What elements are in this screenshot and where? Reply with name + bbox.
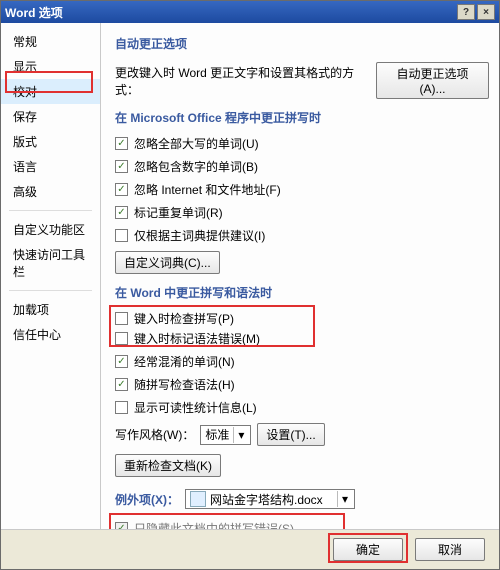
check-confused-words[interactable] <box>115 355 128 368</box>
check-spell-as-type[interactable] <box>115 312 128 325</box>
sidebar-item-general[interactable]: 常规 <box>1 29 100 54</box>
writing-style-select[interactable]: 标准 ▾ <box>200 425 251 445</box>
chevron-down-icon: ▾ <box>233 427 248 443</box>
section-office-title: 在 Microsoft Office 程序中更正拼写时 <box>115 109 489 126</box>
chevron-down-icon: ▾ <box>337 491 352 507</box>
close-button[interactable]: × <box>477 4 495 20</box>
titlebar: Word 选项 ? × <box>1 1 499 23</box>
autocorrect-options-button[interactable]: 自动更正选项(A)... <box>376 62 489 99</box>
check-flag-repeated[interactable] <box>115 206 128 219</box>
section-exception-title: 例外项(X)： <box>115 491 179 508</box>
check-grammar-with-spelling[interactable] <box>115 378 128 391</box>
sidebar-item-addins[interactable]: 加载项 <box>1 297 100 322</box>
sidebar-item-quick-access[interactable]: 快速访问工具栏 <box>1 242 100 284</box>
ok-button[interactable]: 确定 <box>333 538 403 561</box>
sidebar-item-display[interactable]: 显示 <box>1 54 100 79</box>
sidebar-item-layout[interactable]: 版式 <box>1 129 100 154</box>
recheck-document-button[interactable]: 重新检查文档(K) <box>115 454 221 477</box>
help-button[interactable]: ? <box>457 4 475 20</box>
settings-button[interactable]: 设置(T)... <box>257 423 324 446</box>
sidebar-item-proofing[interactable]: 校对 <box>1 79 100 104</box>
check-ignore-numbers[interactable] <box>115 160 128 173</box>
cancel-button[interactable]: 取消 <box>415 538 485 561</box>
writing-style-label: 写作风格(W)： <box>115 426 194 443</box>
autocorrect-text: 更改键入时 Word 更正文字和设置其格式的方式： <box>115 64 370 98</box>
check-main-dict-only[interactable] <box>115 229 128 242</box>
section-word-title: 在 Word 中更正拼写和语法时 <box>115 284 489 301</box>
custom-dictionaries-button[interactable]: 自定义词典(C)... <box>115 251 220 274</box>
section-autocorrect-title: 自动更正选项 <box>115 35 489 52</box>
sidebar: 常规 显示 校对 保存 版式 语言 高级 自定义功能区 快速访问工具栏 加载项 … <box>1 23 101 529</box>
sidebar-item-customize-ribbon[interactable]: 自定义功能区 <box>1 217 100 242</box>
exception-doc-select[interactable]: 网站金字塔结构.docx ▾ <box>185 489 355 509</box>
check-hide-spelling-errors[interactable] <box>115 522 128 529</box>
check-ignore-uppercase[interactable] <box>115 137 128 150</box>
check-readability-stats[interactable] <box>115 401 128 414</box>
sidebar-separator <box>9 210 92 211</box>
content-panel: 自动更正选项 更改键入时 Word 更正文字和设置其格式的方式： 自动更正选项(… <box>101 23 499 529</box>
document-icon <box>190 491 206 507</box>
sidebar-item-language[interactable]: 语言 <box>1 154 100 179</box>
autocorrect-row: 更改键入时 Word 更正文字和设置其格式的方式： 自动更正选项(A)... <box>115 62 489 99</box>
sidebar-item-save[interactable]: 保存 <box>1 104 100 129</box>
check-ignore-internet[interactable] <box>115 183 128 196</box>
dialog-body: 常规 显示 校对 保存 版式 语言 高级 自定义功能区 快速访问工具栏 加载项 … <box>1 23 499 529</box>
sidebar-item-advanced[interactable]: 高级 <box>1 179 100 204</box>
dialog-footer: 确定 取消 <box>1 529 499 569</box>
dialog: Word 选项 ? × 常规 显示 校对 保存 版式 语言 高级 自定义功能区 … <box>0 0 500 570</box>
sidebar-item-trust-center[interactable]: 信任中心 <box>1 322 100 347</box>
check-grammar-as-type[interactable] <box>115 332 128 345</box>
sidebar-separator <box>9 290 92 291</box>
dialog-title: Word 选项 <box>5 4 455 21</box>
